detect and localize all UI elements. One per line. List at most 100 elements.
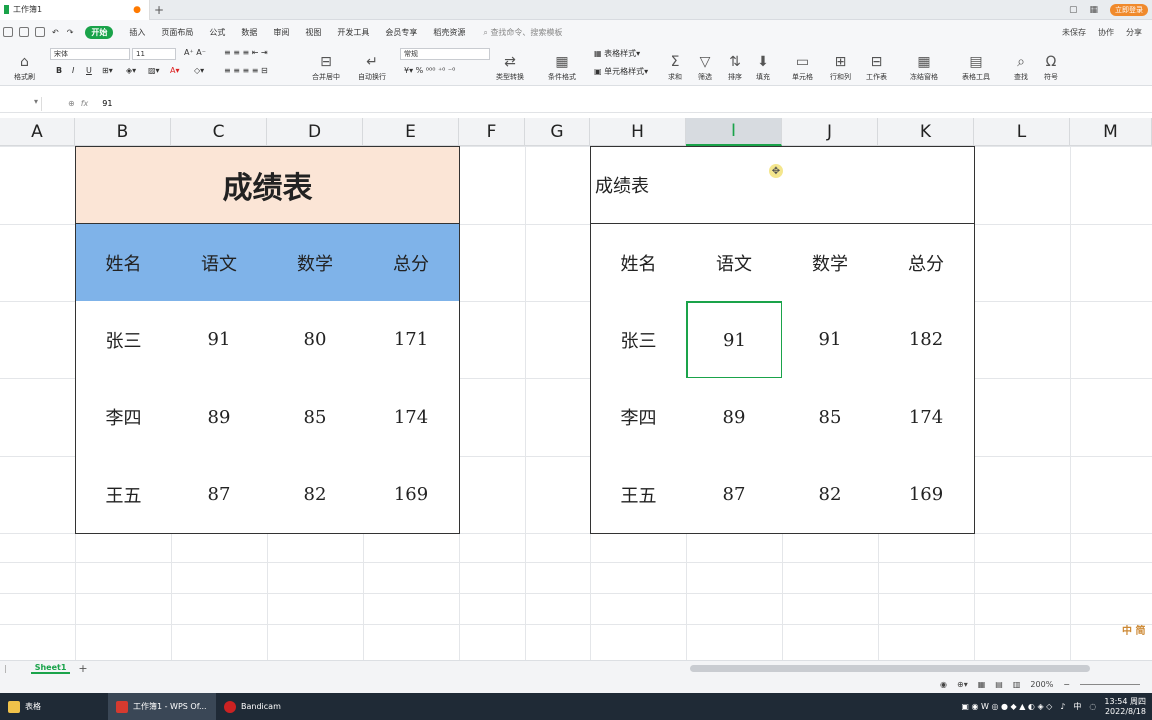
speaker-icon[interactable]: ♪ [1060, 702, 1065, 711]
menu-view[interactable]: 视图 [305, 27, 321, 38]
left-table-data-cell[interactable]: 李四 [75, 378, 172, 457]
right-table-data-cell[interactable]: 82 [782, 456, 879, 534]
shading-icon[interactable]: ▨▾ [148, 66, 160, 75]
zoom-level[interactable]: 200% [1030, 680, 1053, 689]
font-color-icon[interactable]: A▾ [170, 66, 180, 75]
zoom-out-icon[interactable]: − [1063, 680, 1070, 689]
left-table-data-cell[interactable]: 171 [363, 301, 460, 379]
symbol-button[interactable]: Ω 符号 [1044, 46, 1058, 82]
sheet-nav-icon[interactable]: | [4, 664, 7, 673]
horizontal-scrollbar[interactable] [690, 665, 1090, 672]
italic-icon[interactable]: I [72, 66, 74, 75]
layout-toggle-icon[interactable]: ▢ [1069, 5, 1078, 15]
worksheet-button[interactable]: ⊟ 工作表 [866, 46, 887, 82]
column-header-c[interactable]: C [171, 118, 267, 146]
fill-color-icon[interactable]: ◈▾ [126, 66, 136, 75]
column-header-b[interactable]: B [75, 118, 171, 146]
border-icon[interactable]: ⊞▾ [102, 66, 113, 75]
eye-protect-icon[interactable]: ◉ [940, 680, 947, 689]
fill-button[interactable]: ⬇ 填充 [756, 46, 770, 82]
print-icon[interactable] [19, 27, 29, 37]
column-header-a[interactable]: A [0, 118, 75, 146]
page-break-view-icon[interactable]: ▥ [1013, 680, 1021, 689]
right-table-header-cell[interactable]: 总分 [878, 224, 975, 302]
align-left-icon[interactable]: ≡ ≡ ≡ ≡ ⊟ [224, 66, 268, 75]
right-table-data-cell[interactable]: 89 [686, 378, 783, 457]
right-table-data-cell[interactable]: 王五 [590, 456, 687, 534]
column-header-m[interactable]: M [1070, 118, 1152, 146]
right-table-title[interactable]: 成绩表 [590, 146, 687, 224]
right-table-data-cell[interactable]: 182 [878, 301, 975, 379]
taskbar-wps[interactable]: 工作簿1 - WPS Of... [108, 693, 216, 720]
column-header-h[interactable]: H [590, 118, 686, 146]
left-table-data-cell[interactable]: 82 [267, 456, 364, 534]
merge-center-button[interactable]: ⊟ 合并居中 [312, 46, 340, 82]
command-search[interactable]: ⌕ 查找命令、搜索模板 [483, 27, 562, 38]
name-box[interactable]: ▾ [0, 96, 42, 111]
left-table-data-cell[interactable]: 80 [267, 301, 364, 379]
left-table-data-cell[interactable]: 张三 [75, 301, 172, 379]
left-table-data-cell[interactable]: 169 [363, 456, 460, 534]
bold-icon[interactable]: B [56, 66, 62, 75]
preview-icon[interactable] [35, 27, 45, 37]
sort-button[interactable]: ⇅ 排序 [728, 46, 742, 82]
filter-button[interactable]: ▽ 筛选 [698, 46, 712, 82]
right-table-header-cell[interactable]: 数学 [782, 224, 879, 302]
collaborate-button[interactable]: 协作 [1098, 27, 1114, 38]
zoom-slider[interactable] [1080, 684, 1140, 685]
right-table-data-cell[interactable]: 91 [686, 301, 783, 379]
taskbar-bandicam[interactable]: Bandicam [216, 693, 324, 720]
column-header-e[interactable]: E [363, 118, 459, 146]
menu-review[interactable]: 审阅 [273, 27, 289, 38]
cell-button[interactable]: ▭ 单元格 [792, 46, 813, 82]
font-name-select[interactable]: 宋体 [50, 48, 130, 60]
format-painter-button[interactable]: ⌂ 格式刷 [14, 46, 35, 82]
left-table-data-cell[interactable]: 87 [171, 456, 268, 534]
left-table-data-cell[interactable]: 174 [363, 378, 460, 457]
column-header-k[interactable]: K [878, 118, 974, 146]
left-table-data-cell[interactable]: 89 [171, 378, 268, 457]
freeze-panes-button[interactable]: ▦ 冻结窗格 [910, 46, 938, 82]
sheet-tab-sheet1[interactable]: Sheet1 [30, 663, 71, 674]
menu-page-layout[interactable]: 页面布局 [161, 27, 193, 38]
menu-resources[interactable]: 稻壳资源 [433, 27, 465, 38]
undo-icon[interactable]: ↶ [52, 28, 59, 37]
right-table-data-cell[interactable]: 85 [782, 378, 879, 457]
menu-developer[interactable]: 开发工具 [337, 27, 369, 38]
right-table-data-cell[interactable]: 87 [686, 456, 783, 534]
underline-icon[interactable]: U [86, 66, 92, 75]
ime-indicator[interactable]: 中 [1073, 701, 1081, 712]
column-header-j[interactable]: J [782, 118, 878, 146]
menu-formula[interactable]: 公式 [209, 27, 225, 38]
normal-view-icon[interactable]: ▦ [978, 680, 986, 689]
sum-button[interactable]: Σ 求和 [668, 46, 682, 82]
left-table-data-cell[interactable]: 85 [267, 378, 364, 457]
grid-apps-icon[interactable]: ▦ [1089, 5, 1098, 15]
column-header-g[interactable]: G [525, 118, 590, 146]
menu-member[interactable]: 会员专享 [385, 27, 417, 38]
share-button[interactable]: 分享 [1126, 27, 1142, 38]
page-layout-view-icon[interactable]: ▤ [995, 680, 1003, 689]
right-table-data-cell[interactable]: 李四 [590, 378, 687, 457]
currency-icon[interactable]: ¥▾ % ⁰⁰⁰ ⁺⁰ ⁻⁰ [404, 66, 455, 75]
table-style-button[interactable]: ▦ 表格样式▾ [594, 48, 640, 59]
row-col-button[interactable]: ⊞ 行和列 [830, 46, 851, 82]
right-table-data-cell[interactable]: 91 [782, 301, 879, 379]
left-table-header-cell[interactable]: 数学 [267, 224, 364, 302]
wrap-text-button[interactable]: ↵ 自动换行 [358, 46, 386, 82]
left-table-title[interactable]: 成绩表 [75, 146, 460, 224]
cell-style-button[interactable]: ▣ 单元格样式▾ [594, 66, 648, 77]
type-convert-button[interactable]: ⇄ 类型转换 [496, 46, 524, 82]
menu-data[interactable]: 数据 [241, 27, 257, 38]
clock[interactable]: 13:54 周四 2022/8/18 [1104, 697, 1146, 717]
column-header-l[interactable]: L [974, 118, 1070, 146]
conditional-format-button[interactable]: ▦ 条件格式 [548, 46, 576, 82]
column-header-d[interactable]: D [267, 118, 363, 146]
column-header-i[interactable]: I [686, 118, 782, 146]
new-tab-button[interactable]: + [150, 3, 168, 17]
unsaved-status[interactable]: 未保存 [1062, 27, 1086, 38]
taskbar-folder[interactable]: 表格 [0, 693, 108, 720]
save-icon[interactable] [3, 27, 13, 37]
zoom-formula-icon[interactable]: ⊕ [68, 99, 75, 108]
left-table-header-cell[interactable]: 语文 [171, 224, 268, 302]
